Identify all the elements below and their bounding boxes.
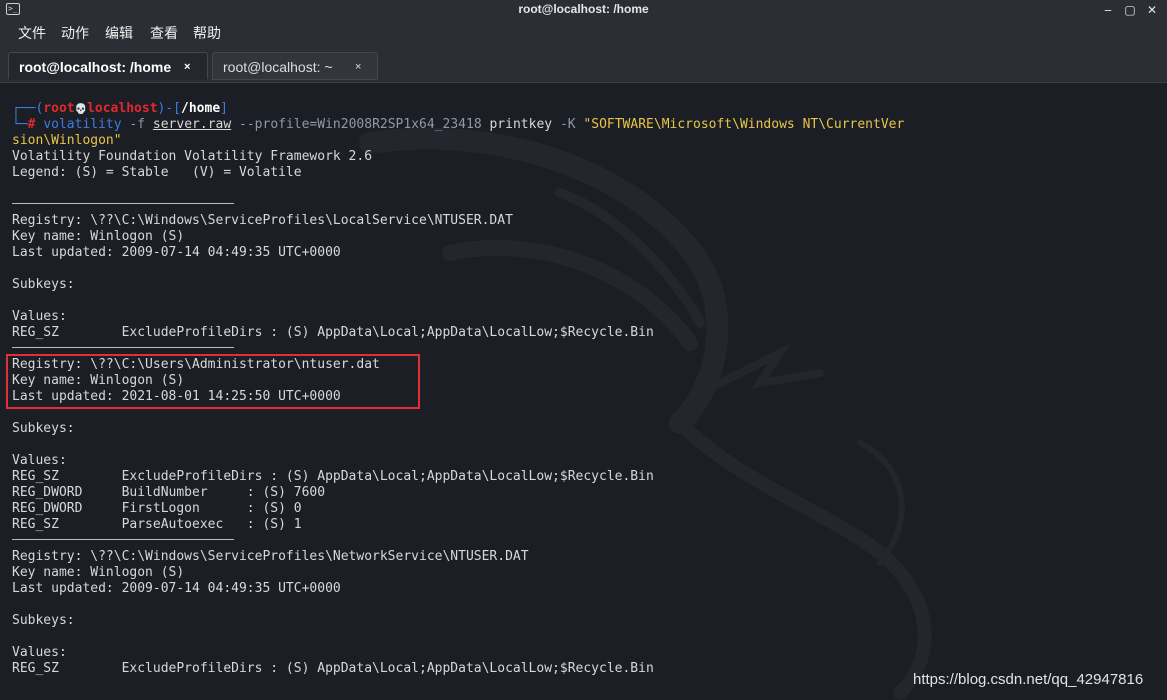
menu-edit[interactable]: 编辑 <box>105 26 133 42</box>
prompt-separator: )-[ <box>157 101 182 116</box>
menu-view[interactable]: 查看 <box>150 26 178 42</box>
highlight-box <box>6 354 420 409</box>
values-line: Values: <box>12 309 67 324</box>
window-title-bar[interactable]: >_ root@localhost: /home ‒ ▢ ✕ <box>0 0 1167 20</box>
command-line: └─# volatility -f server.raw --profile=W… <box>12 117 904 133</box>
command-flag: -f <box>129 117 146 132</box>
updated-line: Last updated: 2009-07-14 04:49:35 UTC+00… <box>12 581 341 596</box>
maximize-icon[interactable]: ▢ <box>1121 2 1139 18</box>
values-line: Values: <box>12 645 67 660</box>
command-name: volatility <box>43 117 122 132</box>
values-line: Values: <box>12 453 67 468</box>
tab-close-icon[interactable]: × <box>355 53 361 81</box>
value-row: REG_SZ ExcludeProfileDirs : (S) AppData\… <box>12 661 654 676</box>
prompt-line: ┌──(root💀localhost)-[/home] <box>12 101 228 117</box>
tab-label: root@localhost: /home <box>19 59 172 75</box>
banner-line: Volatility Foundation Volatility Framewo… <box>12 149 373 164</box>
command-file: server.raw <box>152 117 232 132</box>
command-plugin: printkey <box>489 117 553 132</box>
registry-line: Registry: \??\C:\Windows\ServiceProfiles… <box>12 549 529 564</box>
registry-line: Registry: \??\C:\Windows\ServiceProfiles… <box>12 213 513 228</box>
command-profile: --profile=Win2008R2SP1x64_23418 <box>239 117 482 132</box>
subkeys-line: Subkeys: <box>12 421 75 436</box>
prompt-user: root <box>43 101 75 116</box>
command-flag: -K <box>559 117 576 132</box>
prompt-corner: └─ <box>12 117 28 132</box>
command-key-string-continued: sion\Winlogon" <box>12 133 122 148</box>
menu-bar: 文件 动作 编辑 查看 帮助 <box>0 20 1167 48</box>
terminal-output[interactable]: ┌──(root💀localhost)-[/home] └─# volatili… <box>0 83 1167 700</box>
menu-action[interactable]: 动作 <box>61 26 89 42</box>
value-row: REG_SZ ExcludeProfileDirs : (S) AppData\… <box>12 325 654 340</box>
minimize-icon[interactable]: ‒ <box>1099 2 1117 18</box>
tab-close-icon[interactable]: × <box>184 53 190 81</box>
updated-line: Last updated: 2009-07-14 04:49:35 UTC+00… <box>12 245 341 260</box>
separator <box>12 539 234 540</box>
prompt-host: localhost <box>87 101 158 116</box>
separator <box>12 347 234 348</box>
tab-label: root@localhost: ~ <box>223 59 333 75</box>
keyname-line: Key name: Winlogon (S) <box>12 229 185 244</box>
window-title: root@localhost: /home <box>518 2 649 16</box>
value-row: REG_SZ ExcludeProfileDirs : (S) AppData\… <box>12 469 654 484</box>
separator <box>12 203 234 204</box>
subkeys-line: Subkeys: <box>12 613 75 628</box>
csdn-watermark: https://blog.csdn.net/qq_42947816 <box>913 671 1144 688</box>
prompt-path: /home <box>181 101 221 116</box>
legend-line: Legend: (S) = Stable (V) = Volatile <box>12 165 302 180</box>
prompt-bracket-close: ] <box>220 101 228 116</box>
prompt-hash: # <box>27 117 36 132</box>
menu-file[interactable]: 文件 <box>18 26 46 42</box>
value-row: REG_DWORD BuildNumber : (S) 7600 <box>12 485 326 500</box>
keyname-line: Key name: Winlogon (S) <box>12 565 185 580</box>
subkeys-line: Subkeys: <box>12 277 75 292</box>
tab-root-home-dir[interactable]: root@localhost: ~ × <box>212 52 378 80</box>
tab-bar: root@localhost: /home × root@localhost: … <box>0 48 1167 83</box>
skull-icon: 💀 <box>74 104 88 115</box>
command-key-string: "SOFTWARE\Microsoft\Windows NT\CurrentVe… <box>583 117 905 132</box>
tab-root-home[interactable]: root@localhost: /home × <box>8 52 208 80</box>
value-row: REG_SZ ParseAutoexec : (S) 1 <box>12 517 302 532</box>
menu-help[interactable]: 帮助 <box>193 26 221 42</box>
value-row: REG_DWORD FirstLogon : (S) 0 <box>12 501 302 516</box>
close-icon[interactable]: ✕ <box>1143 2 1161 18</box>
prompt-bracket: ┌──( <box>12 101 44 116</box>
